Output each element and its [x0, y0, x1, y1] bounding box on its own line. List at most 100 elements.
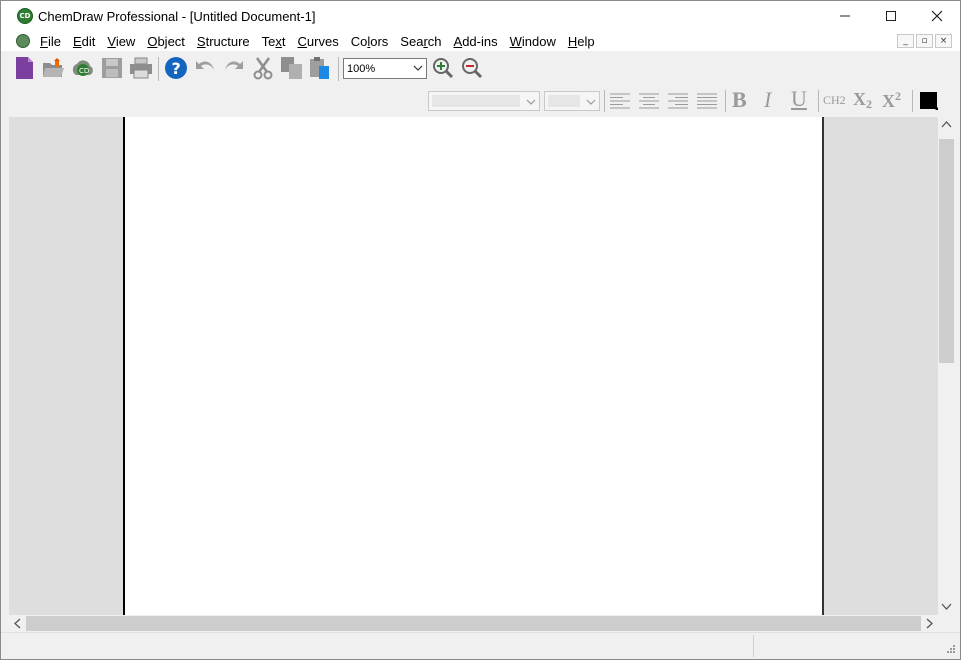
toolbar-separator — [158, 57, 159, 81]
menu-access-key: W — [509, 33, 522, 49]
menu-access-key: F — [40, 33, 48, 49]
scroll-down-icon[interactable] — [941, 601, 952, 615]
chevron-down-icon — [413, 61, 423, 78]
title-bar[interactable]: CD ChemDraw Professional - [Untitled Doc… — [1, 1, 960, 31]
align-left-icon[interactable] — [608, 89, 632, 113]
menu-bar: File Edit View Object Structure Text Cur… — [1, 31, 960, 51]
text-color-button[interactable] — [919, 91, 939, 111]
toolbar-separator — [338, 57, 339, 81]
font-family-select[interactable] — [428, 91, 540, 111]
toolbar-separator — [912, 90, 913, 112]
maximize-icon — [886, 11, 896, 21]
menu-access-key: H — [567, 33, 578, 49]
menu-access-key: C — [297, 33, 307, 49]
save-icon[interactable] — [100, 56, 124, 80]
minimize-button[interactable] — [822, 1, 868, 31]
zoom-value: 100% — [347, 62, 376, 75]
menu-search[interactable]: Search — [394, 34, 447, 49]
color-swatch-icon — [920, 92, 938, 110]
document-close-button[interactable]: × — [935, 34, 952, 48]
scroll-right-icon[interactable] — [924, 618, 935, 632]
copy-icon[interactable] — [280, 56, 304, 80]
zoom-out-icon[interactable] — [460, 56, 484, 80]
menu-access-key: E — [72, 33, 82, 49]
font-family-value — [432, 95, 520, 107]
menu-file[interactable]: File — [34, 34, 67, 49]
menu-access-key: x — [275, 33, 282, 49]
maximize-button[interactable] — [868, 1, 914, 31]
open-icon[interactable] — [41, 56, 65, 80]
font-size-select[interactable] — [544, 91, 600, 111]
align-justify-icon[interactable] — [695, 89, 719, 113]
status-bar — [1, 632, 960, 659]
menu-text[interactable]: Text — [256, 34, 292, 49]
menu-access-key: A — [453, 33, 463, 49]
paste-icon[interactable] — [308, 56, 332, 80]
status-bar-divider — [753, 635, 754, 657]
horizontal-scrollbar[interactable] — [9, 615, 938, 632]
bold-button[interactable]: B — [732, 87, 747, 113]
toolbar-separator — [818, 90, 819, 112]
undo-icon[interactable] — [193, 56, 217, 80]
chemdraw-window: CD ChemDraw Professional - [Untitled Doc… — [0, 0, 961, 660]
cut-icon[interactable] — [251, 56, 275, 80]
drawing-page-canvas[interactable] — [123, 117, 824, 615]
chevron-down-icon — [586, 95, 596, 112]
align-center-icon[interactable] — [637, 89, 661, 113]
document-system-menu-icon[interactable] — [16, 34, 30, 48]
scroll-up-icon[interactable] — [941, 119, 952, 133]
align-right-icon[interactable] — [666, 89, 690, 113]
vertical-scrollbar[interactable] — [938, 117, 955, 615]
open-cloud-icon[interactable]: CD — [70, 56, 94, 80]
subscript-digit: 2 — [866, 97, 872, 111]
toolbar-separator — [725, 90, 726, 112]
menu-edit[interactable]: Edit — [67, 34, 101, 49]
horizontal-scroll-thumb[interactable] — [26, 616, 921, 631]
zoom-in-icon[interactable] — [431, 56, 455, 80]
window-controls — [822, 1, 960, 31]
formula-button[interactable]: CH2 — [823, 93, 846, 108]
menu-add-ins[interactable]: Add-ins — [448, 34, 504, 49]
chemdraw-app-icon[interactable]: CD — [17, 8, 33, 24]
vertical-scroll-thumb[interactable] — [939, 139, 954, 363]
italic-button[interactable]: I — [764, 87, 771, 113]
close-icon — [931, 10, 943, 22]
svg-text:?: ? — [172, 59, 181, 78]
underline-button[interactable]: U — [791, 86, 807, 112]
minimize-icon — [840, 15, 850, 17]
zoom-select[interactable]: 100% — [343, 58, 427, 79]
resize-grip-icon[interactable] — [946, 644, 956, 656]
toolbar-separator — [604, 90, 605, 112]
close-button[interactable] — [914, 1, 960, 31]
svg-text:CD: CD — [79, 67, 89, 75]
print-icon[interactable] — [129, 56, 153, 80]
menu-curves[interactable]: Curves — [292, 34, 345, 49]
help-icon[interactable]: ? — [164, 56, 188, 80]
subscript-base: X — [853, 89, 866, 109]
document-workspace — [9, 117, 938, 615]
menu-window[interactable]: Window — [504, 34, 562, 49]
window-title: ChemDraw Professional - [Untitled Docume… — [38, 8, 316, 24]
redo-icon[interactable] — [222, 56, 246, 80]
menu-access-key: S — [196, 33, 206, 49]
menu-access-key: V — [107, 33, 116, 49]
menu-object[interactable]: Object — [141, 34, 191, 49]
superscript-base: X — [882, 91, 895, 111]
chevron-down-icon — [526, 95, 536, 112]
menu-access-key: r — [423, 33, 428, 49]
superscript-digit: 2 — [895, 89, 901, 103]
menu-access-key: l — [367, 33, 371, 49]
menu-view[interactable]: View — [101, 34, 141, 49]
menu-structure[interactable]: Structure — [191, 34, 256, 49]
menu-colors[interactable]: Colors — [345, 34, 395, 49]
document-minimize-button[interactable]: _ — [897, 34, 914, 48]
font-size-value — [548, 95, 580, 107]
document-restore-button[interactable]: ▫ — [916, 34, 933, 48]
menu-help[interactable]: Help — [562, 34, 601, 49]
superscript-button[interactable]: X2 — [882, 89, 901, 112]
scroll-left-icon[interactable] — [12, 618, 23, 632]
new-document-icon[interactable] — [12, 56, 36, 80]
document-window-controls: _ ▫ × — [897, 34, 952, 48]
menu-access-key: O — [147, 33, 158, 49]
subscript-button[interactable]: X2 — [853, 89, 872, 112]
